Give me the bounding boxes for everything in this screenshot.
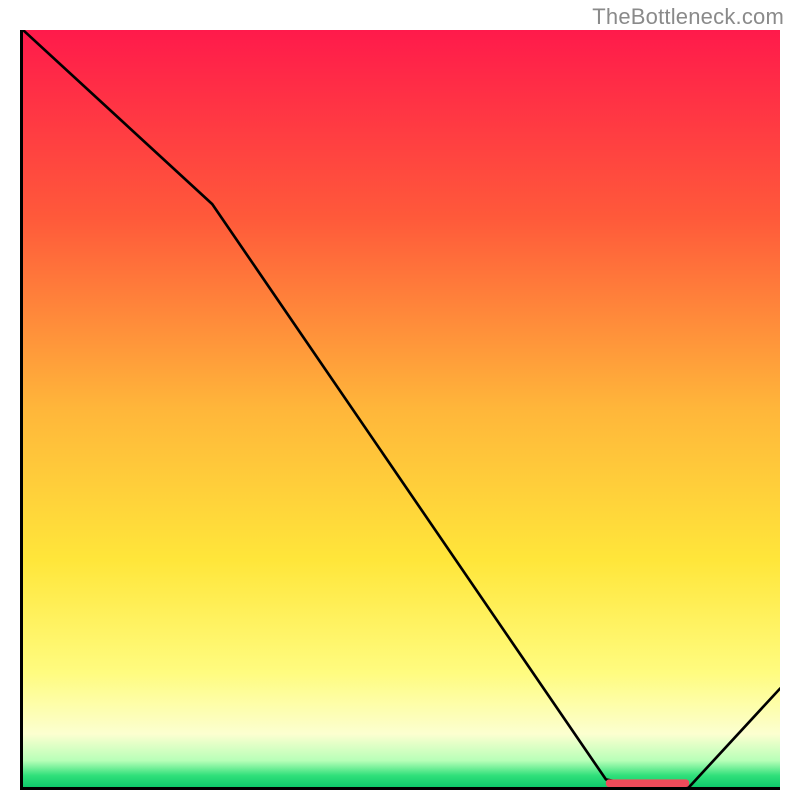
chart-background-gradient: [23, 30, 780, 787]
chart-plot-area: [20, 30, 780, 790]
watermark-text: TheBottleneck.com: [592, 4, 784, 30]
